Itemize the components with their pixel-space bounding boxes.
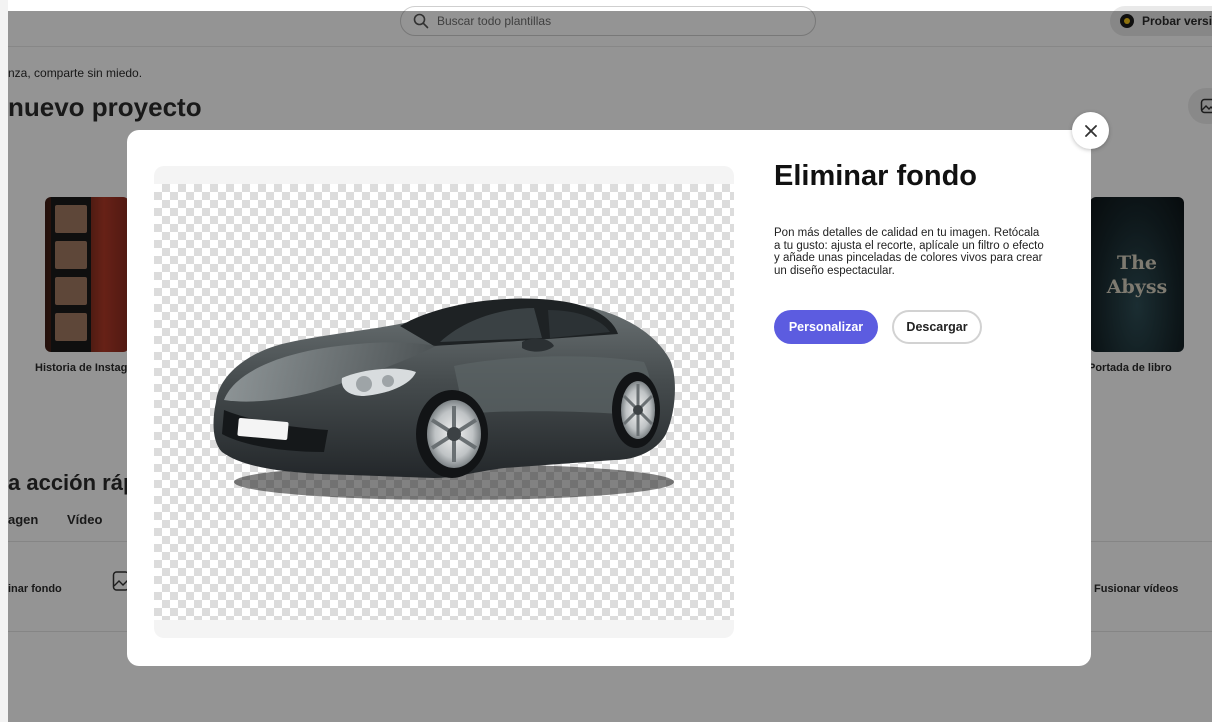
- remove-background-modal: Eliminar fondo Pon más detalles de calid…: [127, 130, 1091, 666]
- personalize-button[interactable]: Personalizar: [774, 310, 878, 344]
- close-button[interactable]: [1072, 112, 1109, 149]
- modal-title: Eliminar fondo: [774, 160, 977, 192]
- modal-description: Pon más detalles de calidad en tu imagen…: [774, 227, 1044, 277]
- car-image: [213, 298, 675, 500]
- left-gutter: [0, 0, 8, 722]
- close-icon: [1084, 124, 1097, 137]
- download-button[interactable]: Descargar: [892, 310, 982, 344]
- image-preview: [154, 166, 734, 638]
